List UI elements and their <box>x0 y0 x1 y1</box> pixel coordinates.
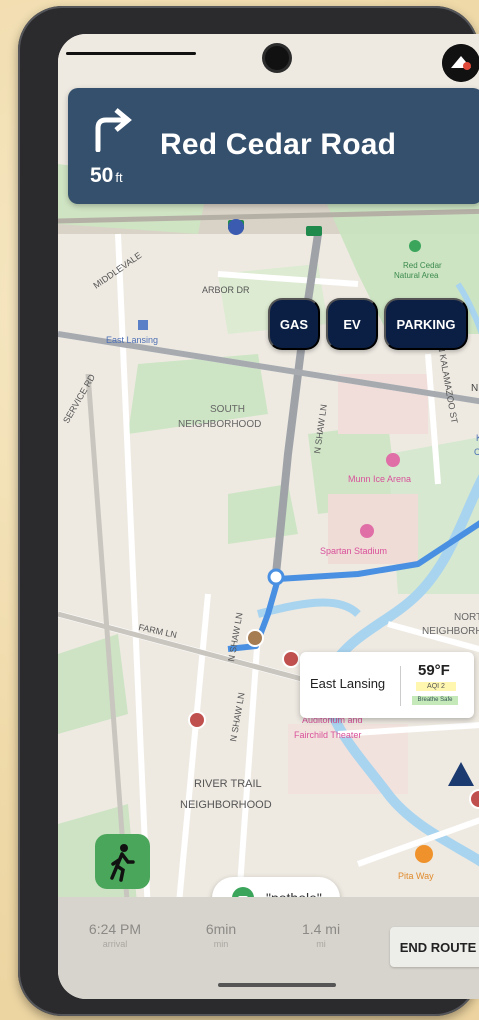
end-route-button[interactable]: END ROUTE <box>390 927 479 967</box>
aqi-badge: AQI 2 <box>416 682 456 691</box>
arrival-stat: 6:24 PM arrival <box>80 921 150 949</box>
ev-filter-button[interactable]: EV <box>326 298 378 350</box>
map-label-pita: Pita Way <box>398 871 434 881</box>
distance-unit: ft <box>115 170 123 185</box>
map-label-red-cedar-2: Natural Area <box>394 271 439 280</box>
weather-card[interactable]: East Lansing 59°F AQI 2 Breathe Safe <box>300 652 474 718</box>
map-label-south-2: NEIGHBORHOOD <box>178 419 261 430</box>
map-label-river-trail-2: NEIGHBORHOOD <box>180 799 272 811</box>
weather-divider <box>400 666 401 706</box>
weather-city: East Lansing <box>310 676 386 691</box>
distance-label: mi <box>316 939 326 949</box>
walking-person-icon <box>110 844 135 882</box>
front-camera <box>265 46 289 70</box>
map-label-ne-partial: NE <box>471 383 479 394</box>
walking-mode-button[interactable] <box>95 834 150 889</box>
gas-filter-button[interactable]: GAS <box>268 298 320 350</box>
parking-filter-button[interactable]: PARKING <box>384 298 468 350</box>
trip-summary-bar: 6:24 PM arrival 6min min 1.4 mi mi END R… <box>58 897 479 999</box>
trip-duration: 6min <box>205 921 237 937</box>
map-label-munn: Munn Ice Arena <box>348 474 411 484</box>
status-indicator <box>66 52 196 55</box>
map-label-station: East Lansing <box>106 335 158 345</box>
map-label-co-partial: Co <box>474 447 479 457</box>
map-label-north-1: NORTH <box>454 612 479 623</box>
navigation-screen: East Lansing ARBOR DR MIDDLEVALE SERVICE… <box>58 34 479 999</box>
phone-frame: East Lansing ARBOR DR MIDDLEVALE SERVICE… <box>18 6 479 1016</box>
duration-stat: 6min min <box>186 921 256 949</box>
turn-right-icon <box>95 108 132 152</box>
map-label-south-1: SOUTH <box>210 404 245 415</box>
distance-value: 50 <box>90 164 114 187</box>
street-name: Red Cedar Road <box>160 128 397 161</box>
map-label-arbor: ARBOR DR <box>202 285 250 295</box>
arrival-time: 6:24 PM <box>88 921 142 937</box>
home-indicator[interactable] <box>218 983 336 987</box>
duration-label: min <box>213 939 229 949</box>
map-label-red-cedar-1: Red Cedar <box>403 261 442 270</box>
map-label-north-2: NEIGHBORH <box>422 626 479 637</box>
arrival-label: arrival <box>102 939 128 949</box>
maneuver-distance: 50 ft <box>90 164 123 188</box>
weather-temperature: 59°F <box>418 662 450 679</box>
profile-icon <box>442 44 479 82</box>
navigation-banner: 50 ft Red Cedar Road <box>68 88 479 204</box>
map-label-auditorium-2: Fairchild Theater <box>294 730 361 740</box>
aqi-status-badge: Breathe Safe <box>412 696 458 705</box>
distance-stat: 1.4 mi mi <box>286 921 356 949</box>
avatar[interactable] <box>442 44 479 82</box>
trip-distance: 1.4 mi <box>301 921 341 937</box>
map-label-stadium: Spartan Stadium <box>320 546 387 556</box>
map-label-river-trail-1: RIVER TRAIL <box>194 778 262 790</box>
